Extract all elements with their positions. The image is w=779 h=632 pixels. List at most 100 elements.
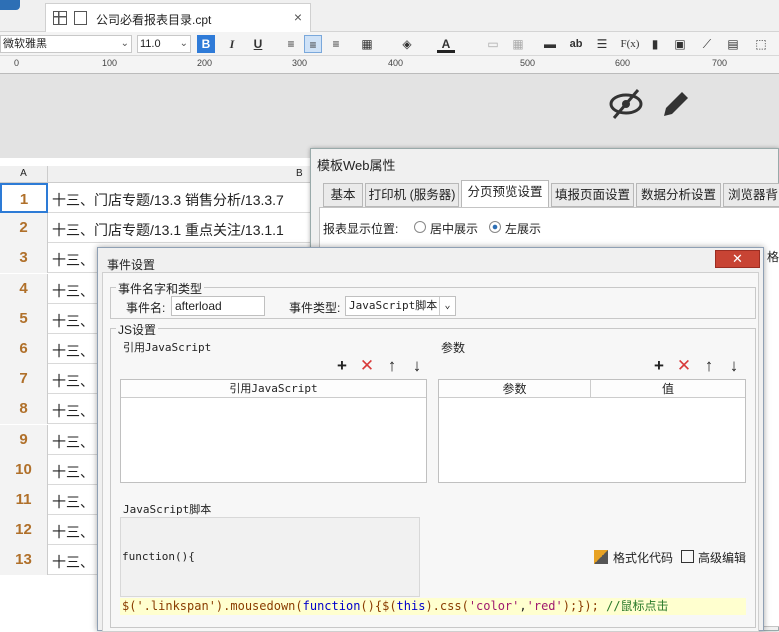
tab-bar: 公司必看报表目录.cpt × [0,0,779,32]
advanced-edit-button[interactable]: 高级编辑 [698,549,746,566]
cell-text[interactable]: 十三、 [52,250,94,270]
tab-page-preview[interactable]: 分页预览设置 [461,180,549,207]
column-b-label: B [296,168,303,179]
italic-button[interactable]: I [223,35,241,53]
row-number[interactable]: 5 [0,303,48,334]
formula-button[interactable]: F(x) [619,35,641,53]
params-label: 参数 [441,341,466,355]
cell-text[interactable]: 十三、 [52,341,94,361]
delete-param-icon[interactable]: ✕ [675,357,693,375]
cell-text[interactable]: 十三、 [52,492,94,512]
params-table[interactable]: 参数 值 [438,379,746,483]
align-center-icon[interactable]: ≡ [304,35,322,53]
report-file-icon [74,11,87,25]
row-number[interactable]: 4 [0,273,48,304]
column-header: A B [0,166,320,183]
cell-text[interactable]: 十三、 [52,281,94,301]
close-tab-icon[interactable]: × [294,9,302,25]
tab-printer[interactable]: 打印机 (服务器) [365,183,459,207]
format-code-button[interactable]: 格式化代码 [613,549,673,566]
row-number[interactable]: 8 [0,394,48,425]
row-number[interactable]: 3 [0,243,48,274]
code-comma: , [519,599,527,613]
align-right-icon[interactable]: ≡ [327,35,345,53]
row-number[interactable]: 11 [0,485,48,515]
hide-eye-icon[interactable] [608,88,644,120]
tab-fill-page[interactable]: 填报页面设置 [551,183,634,207]
fx-label: F(x) [620,38,640,50]
cell-text[interactable]: 十三、门店专题/13.1 重点关注/13.1.1 [52,220,284,240]
fill-color-icon[interactable]: ◈ [398,35,416,53]
cell-text[interactable]: 十三、门店专题/13.3 销售分析/13.3.7 [52,190,284,210]
move-down-param-icon[interactable]: ↓ [725,357,743,375]
align-left-icon[interactable]: ≡ [282,35,300,53]
radio-left[interactable] [489,221,501,233]
event-type-select[interactable]: JavaScript脚本 ⌄ [345,296,456,316]
table-row[interactable]: 1 十三、门店专题/13.3 销售分析/13.3.7 [0,183,320,213]
tab-report[interactable]: 公司必看报表目录.cpt × [45,3,311,32]
row-number[interactable]: 6 [0,334,48,364]
widget-icon[interactable]: ▤ [724,35,742,53]
code-mid2: ).css( [425,599,469,613]
event-group-title: 事件名字和类型 [116,280,205,297]
merge-cells-icon[interactable]: ▭ [484,35,502,53]
tab-label: 基本 [330,188,356,202]
cell-text[interactable]: 十三、 [52,522,94,542]
cell-text[interactable]: 十三、 [52,552,94,572]
tab-data-analysis[interactable]: 数据分析设置 [636,183,721,207]
add-param-icon[interactable]: + [650,357,668,375]
row-number[interactable]: 13 [0,545,48,576]
table-row[interactable]: 2 十三、门店专题/13.1 重点关注/13.1.1 [0,213,320,244]
close-button[interactable]: ✕ [715,250,760,268]
tab-basic[interactable]: 基本 [323,183,363,207]
row-number[interactable]: 9 [0,424,48,455]
app-icon[interactable] [0,0,20,10]
ref-js-label: 引用JavaScript [123,341,212,354]
tab-browser-bg[interactable]: 浏览器背 [723,183,779,207]
row-number[interactable]: 2 [0,213,48,244]
move-up-param-icon[interactable]: ↑ [700,357,718,375]
cell-text[interactable]: 十三、 [52,401,94,421]
ref-js-table[interactable]: 引用JavaScript [120,379,427,483]
event-name-input[interactable]: afterload [171,296,265,316]
chart-icon[interactable]: ▮ [646,35,664,53]
font-size-select[interactable]: 11.0 ⌄ [137,35,191,53]
slash-icon[interactable]: ⟋ [698,35,716,53]
format-brush-icon[interactable] [594,550,608,564]
font-color-icon[interactable]: A [437,35,455,53]
position-label: 报表显示位置: [323,222,399,236]
move-down-ref-icon[interactable]: ↓ [408,357,426,375]
move-up-ref-icon[interactable]: ↑ [383,357,401,375]
code-editor-line[interactable]: $('.linkspan').mousedown(function(){$(th… [120,598,746,615]
function-header-text: function(){ [122,550,195,563]
italic-label: I [229,37,235,51]
split-cells-icon[interactable]: ▦ [509,35,527,53]
dialog-title: 模板Web属性 [317,158,396,173]
add-ref-icon[interactable]: + [333,357,351,375]
canvas-gray-area [0,74,779,158]
cell-text[interactable]: 十三、 [52,311,94,331]
font-family-select[interactable]: 微软雅黑 ⌄ [0,35,132,53]
radio-center[interactable] [414,221,426,233]
cell-text[interactable]: 十三、 [52,371,94,391]
image-icon[interactable]: ▣ [671,35,689,53]
value-col-header: 值 [591,380,745,398]
underline-button[interactable]: U [249,35,267,53]
cell-text[interactable]: 十三、 [52,432,94,452]
bold-button[interactable]: B [197,35,215,53]
chevron-down-icon: ⌄ [179,38,188,49]
cell-text[interactable]: 十三、 [52,462,94,482]
edit-pencil-icon[interactable] [660,88,692,120]
paragraph-icon[interactable]: ☰ [593,35,611,53]
text-format-button[interactable]: ab [567,35,585,53]
delete-ref-icon[interactable]: ✕ [358,357,376,375]
code-keyword: function [302,599,361,613]
border-icon[interactable]: ▦ [358,35,376,53]
row-number[interactable]: 1 [0,183,48,213]
insert-row-icon[interactable]: ▬ [541,35,559,53]
more-icon[interactable]: ⬚ [752,35,770,53]
advanced-edit-icon[interactable] [681,550,694,563]
row-number[interactable]: 7 [0,364,48,395]
row-number[interactable]: 12 [0,515,48,546]
row-number[interactable]: 10 [0,454,48,485]
